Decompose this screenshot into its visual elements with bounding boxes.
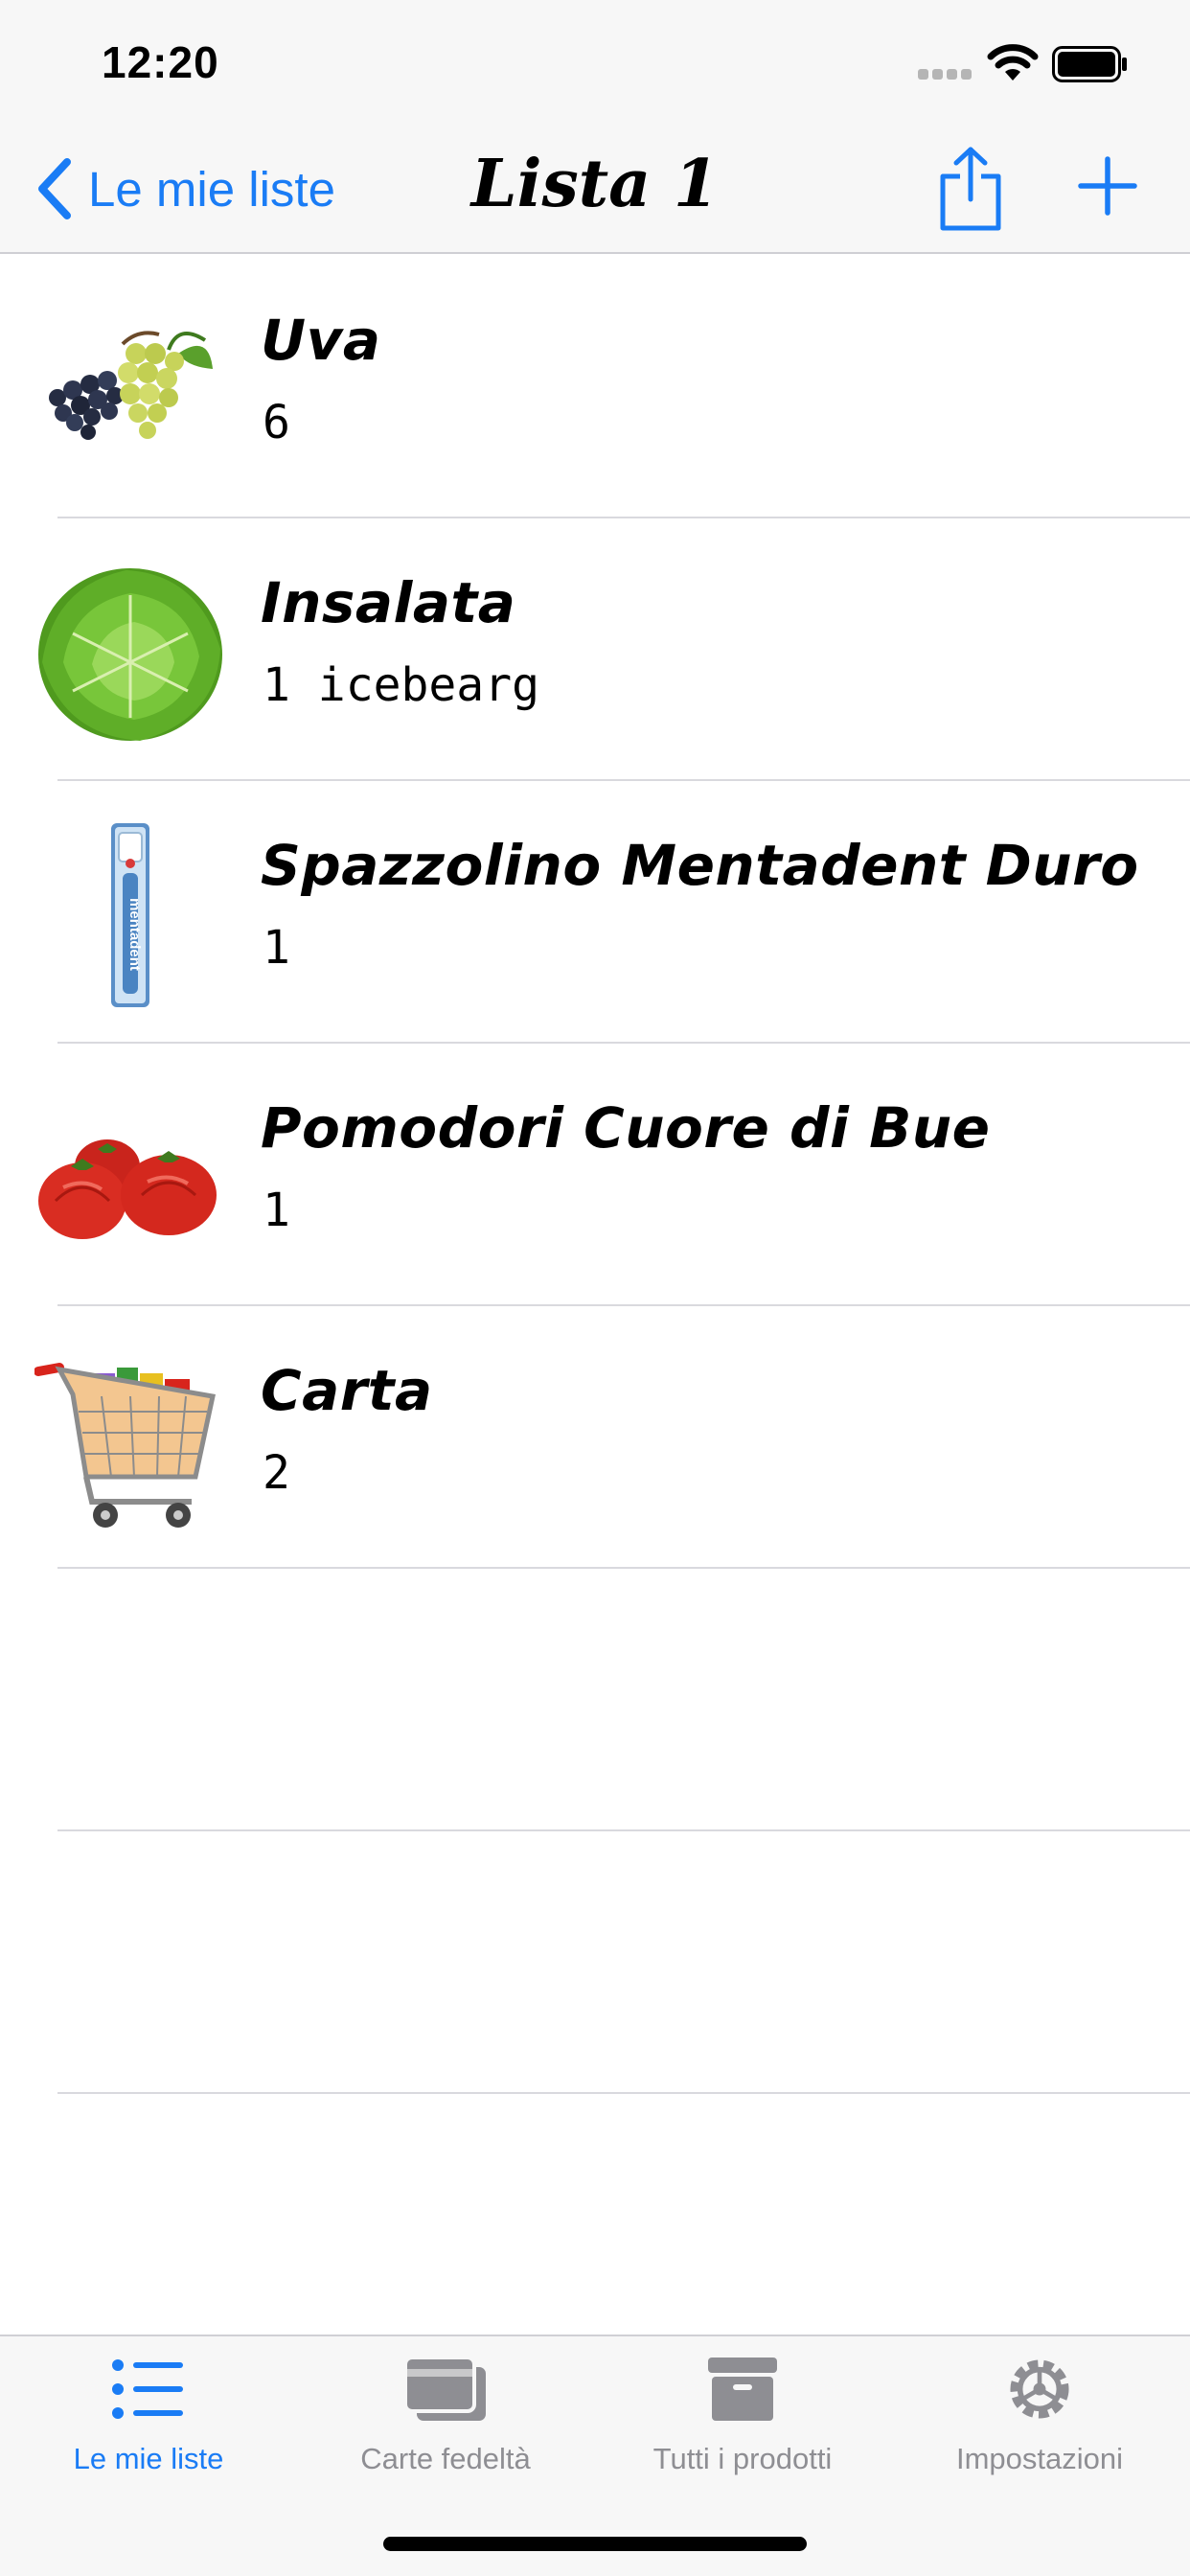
add-icon[interactable] — [1077, 155, 1138, 217]
tomatoes-icon — [38, 1139, 217, 1239]
item-name: Carta — [261, 1358, 433, 1423]
shopping-cart-icon — [34, 1363, 216, 1528]
tab-tutti-i-prodotti[interactable]: Tutti i prodotti — [594, 2354, 891, 2497]
tab-label: Le mie liste — [73, 2442, 224, 2475]
back-button[interactable]: Le mie liste — [34, 155, 335, 222]
list-item[interactable]: mentadent Spazzolino Mentadent Duro 1 — [0, 781, 1190, 1044]
gear-icon — [1010, 2359, 1069, 2419]
item-quantity: 1 — [263, 1184, 290, 1237]
tab-label: Tutti i prodotti — [652, 2442, 833, 2475]
back-button-label: Le mie liste — [88, 161, 335, 217]
archive-box-icon — [708, 2358, 777, 2421]
item-name: Uva — [261, 308, 381, 373]
wifi-icon — [987, 44, 1039, 80]
tab-carte-fedelta[interactable]: Carte fedeltà — [297, 2354, 594, 2497]
navigation-bar: Le mie liste Lista 1 — [0, 126, 1190, 254]
item-quantity: 1 icebearg — [263, 658, 539, 712]
empty-row — [0, 1831, 1190, 2094]
status-time: 12:20 — [102, 37, 219, 87]
lettuce-icon — [38, 568, 222, 741]
tab-label: Impostazioni — [955, 2442, 1124, 2475]
item-name: Spazzolino Mentadent Duro — [261, 833, 1139, 898]
list-item[interactable]: Insalata 1 icebearg — [0, 518, 1190, 781]
item-quantity: 1 — [263, 921, 290, 975]
shopping-list: Uva 6 Insalata 1 icebearg mentadent Spaz… — [0, 256, 1190, 2094]
chevron-left-icon — [38, 158, 71, 219]
status-bar: 12:20 — [0, 0, 1190, 126]
cellular-signal-icon — [918, 69, 973, 80]
empty-row — [0, 1569, 1190, 1831]
share-icon[interactable] — [937, 146, 1004, 234]
svg-text:mentadent: mentadent — [126, 898, 143, 971]
cards-icon — [403, 2356, 486, 2421]
item-quantity: 2 — [263, 1446, 290, 1500]
grapes-icon — [49, 331, 213, 440]
home-indicator — [383, 2537, 807, 2551]
item-name: Pomodori Cuore di Bue — [261, 1095, 991, 1161]
row-separator — [57, 2092, 1190, 2094]
tab-impostazioni[interactable]: Impostazioni — [891, 2354, 1188, 2497]
item-name: Insalata — [261, 570, 516, 635]
tab-le-mie-liste[interactable]: Le mie liste — [0, 2354, 297, 2497]
list-item[interactable]: Uva 6 — [0, 256, 1190, 518]
list-item[interactable]: Pomodori Cuore di Bue 1 — [0, 1044, 1190, 1306]
list-item[interactable]: Carta 2 — [0, 1306, 1190, 1569]
list-icon — [112, 2359, 183, 2419]
toothbrush-icon: mentadent — [111, 823, 149, 1007]
tab-label: Carte fedeltà — [360, 2442, 531, 2475]
battery-icon — [1052, 46, 1127, 82]
item-quantity: 6 — [263, 396, 290, 449]
